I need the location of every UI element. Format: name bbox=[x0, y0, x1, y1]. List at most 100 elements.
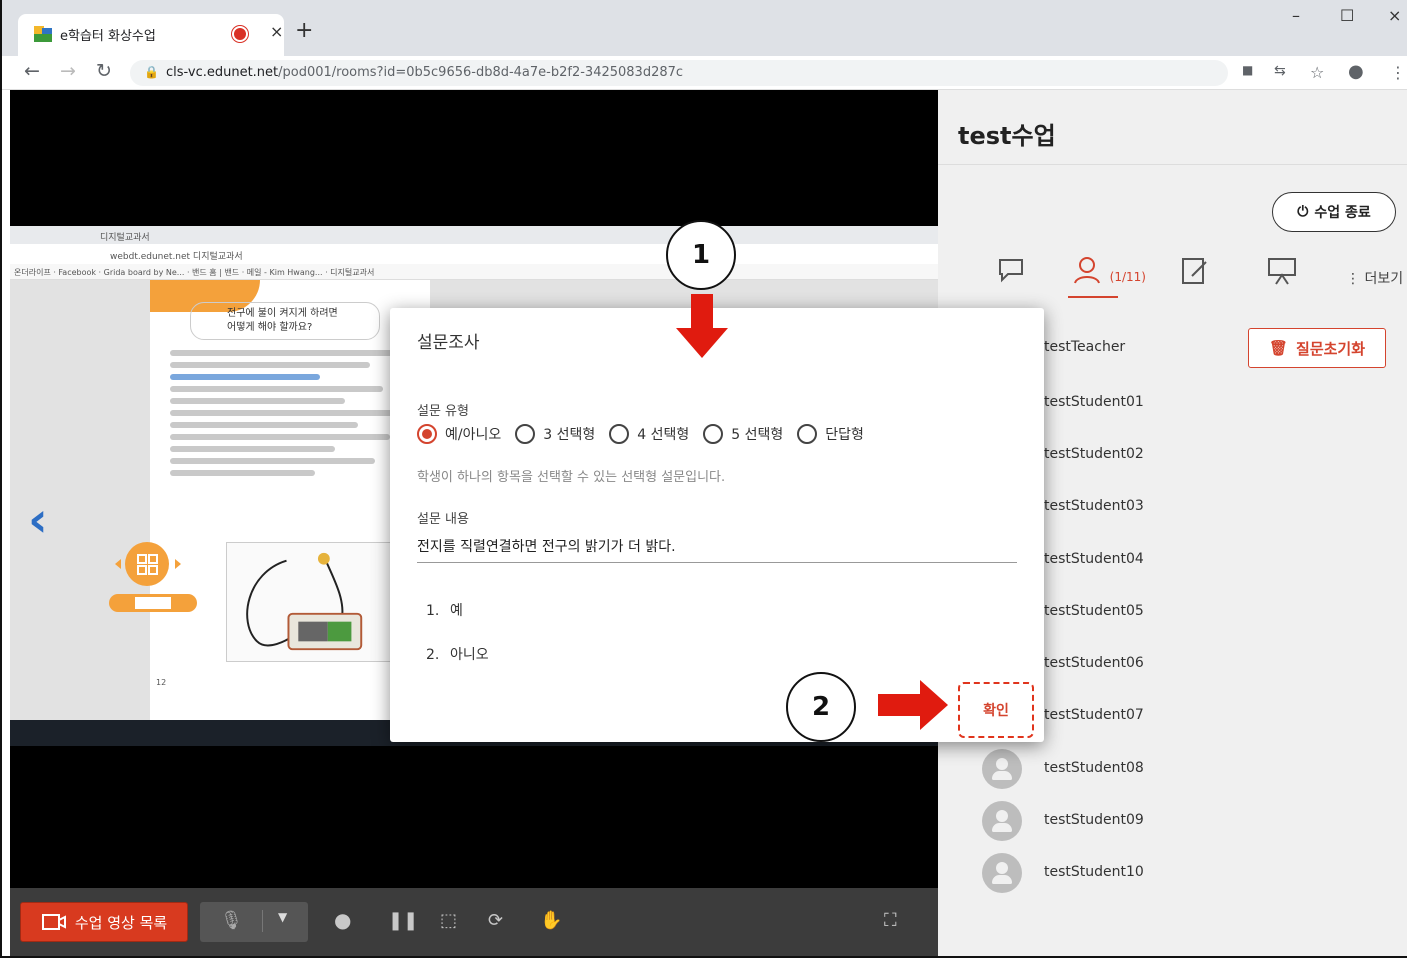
account-icon[interactable]: ● bbox=[1348, 61, 1364, 82]
radio-short-answer[interactable]: 단답형 bbox=[797, 424, 864, 444]
participant-name: testStudent08 bbox=[1044, 760, 1144, 776]
microphone-button[interactable]: 🎙 ▼ bbox=[200, 902, 308, 942]
tab-screen-share[interactable] bbox=[1266, 256, 1298, 292]
participant-name: testStudent04 bbox=[1044, 551, 1144, 567]
camera-icon[interactable]: ■ bbox=[1242, 63, 1253, 77]
radio-4-choice[interactable]: 4 선택형 bbox=[609, 424, 689, 444]
survey-type-radios: 예/아니오 3 선택형 4 선택형 5 선택형 단답형 bbox=[417, 424, 864, 444]
control-bar: 수업 영상 목록 🎙 ▼ ● ❚❚ ⬚ ⟳ ✋ ⛶ bbox=[10, 888, 938, 956]
pointer-loop-icon[interactable]: ⟳ bbox=[488, 910, 503, 931]
fullscreen-icon[interactable]: ⛶ bbox=[884, 910, 897, 931]
tab-participants[interactable]: (1/11) bbox=[1072, 256, 1146, 290]
shared-bookmarks: 온더라이프 · Facebook · Grida board by Ne... … bbox=[10, 264, 938, 280]
hand-raise-icon[interactable]: ✋ bbox=[540, 910, 562, 931]
avatar bbox=[982, 853, 1022, 893]
participant-count: (1/11) bbox=[1109, 270, 1146, 284]
radio-3-choice[interactable]: 3 선택형 bbox=[515, 424, 595, 444]
tab-chat[interactable] bbox=[996, 256, 1026, 290]
minimize-button[interactable]: – bbox=[1292, 6, 1300, 25]
radio-label: 5 선택형 bbox=[731, 427, 784, 443]
video-list-button[interactable]: 수업 영상 목록 bbox=[20, 902, 188, 942]
radio-label: 예/아니오 bbox=[445, 427, 502, 443]
maximize-button[interactable]: ☐ bbox=[1340, 6, 1354, 25]
browser-tab[interactable]: e학습터 화상수업 × bbox=[18, 14, 284, 56]
participant-row[interactable]: testStudent10 bbox=[982, 853, 1282, 893]
browser-window: e학습터 화상수업 × + – ☐ × ← → ↻ 🔒 cls-vc.edune… bbox=[0, 0, 1407, 958]
more-kebab-icon: ⋮ bbox=[1346, 271, 1365, 287]
participant-name: testStudent05 bbox=[1044, 603, 1144, 619]
url-field[interactable]: 🔒 cls-vc.edunet.net/pod001/rooms?id=0b5c… bbox=[130, 60, 1228, 86]
textbook-body bbox=[170, 350, 420, 482]
video-list-label: 수업 영상 목록 bbox=[74, 913, 168, 932]
participant-row[interactable]: testStudent08 bbox=[982, 749, 1282, 789]
presentation-icon bbox=[1268, 258, 1296, 285]
survey-type-description: 학생이 하나의 항목을 선택할 수 있는 선택형 설문입니다. bbox=[417, 470, 726, 485]
radio-label: 4 선택형 bbox=[637, 427, 690, 443]
radio-yes-no[interactable]: 예/아니오 bbox=[417, 424, 501, 444]
window-close-button[interactable]: × bbox=[1388, 6, 1401, 25]
textbook-heading: 전구에 불이 켜지게 하려면 어떻게 해야 할까요? bbox=[190, 302, 380, 340]
participant-name: testStudent06 bbox=[1044, 655, 1144, 671]
confirm-button[interactable]: 확인 bbox=[958, 682, 1034, 738]
participant-name: testStudent03 bbox=[1044, 498, 1144, 514]
right-arrow-icon bbox=[878, 680, 948, 730]
menu-kebab-icon[interactable]: ⋮ bbox=[1390, 63, 1406, 82]
radio-label: 단답형 bbox=[825, 427, 864, 443]
site-favicon-icon bbox=[34, 26, 52, 42]
textbook-nav-control bbox=[109, 542, 197, 612]
microphone-muted-icon: 🎙 bbox=[220, 910, 243, 931]
survey-option: 2. 아니오 bbox=[426, 644, 489, 664]
shared-tab: 디지털교과서 bbox=[10, 226, 938, 244]
dialog-title: 설문조사 bbox=[417, 333, 480, 353]
radio-empty-icon bbox=[797, 424, 818, 444]
active-tab-underline bbox=[1068, 296, 1118, 298]
tab-title: e학습터 화상수업 bbox=[60, 29, 156, 44]
quiz-icon bbox=[1182, 258, 1207, 284]
pause-icon[interactable]: ❚❚ bbox=[388, 910, 418, 931]
panel-divider bbox=[938, 164, 1407, 165]
power-icon: ⏻ bbox=[1297, 204, 1309, 220]
recording-indicator-icon bbox=[234, 28, 246, 40]
option-text: 예 bbox=[450, 603, 463, 619]
participant-name: testStudent01 bbox=[1044, 394, 1144, 410]
video-camera-icon bbox=[41, 914, 66, 930]
mic-dropdown-icon[interactable]: ▼ bbox=[278, 910, 287, 924]
bookmark-star-icon[interactable]: ☆ bbox=[1310, 63, 1324, 82]
avatar bbox=[982, 801, 1022, 841]
class-title: test수업 bbox=[958, 122, 1056, 150]
radio-5-choice[interactable]: 5 선택형 bbox=[703, 424, 783, 444]
radio-empty-icon bbox=[515, 424, 536, 444]
textbook-heading-line2: 어떻게 해야 할까요? bbox=[227, 322, 313, 333]
option-text: 아니오 bbox=[450, 647, 489, 663]
shared-address: webdt.edunet.net 디지털교과서 bbox=[10, 244, 938, 264]
participant-name: testStudent07 bbox=[1044, 707, 1144, 723]
more-label: 더보기 bbox=[1364, 271, 1404, 287]
new-tab-button[interactable]: + bbox=[295, 18, 313, 43]
person-icon bbox=[1074, 257, 1100, 284]
chat-icon bbox=[999, 259, 1023, 283]
reset-questions-label: 질문초기화 bbox=[1296, 339, 1366, 358]
capture-region-icon[interactable]: ⬚ bbox=[440, 910, 457, 931]
mic-divider bbox=[262, 910, 263, 932]
participant-row[interactable]: testStudent09 bbox=[982, 801, 1282, 841]
more-menu[interactable]: ⋮ 더보기 bbox=[1346, 268, 1403, 288]
forward-icon[interactable]: → bbox=[60, 60, 76, 82]
survey-content-field[interactable]: 전지를 직렬연결하면 전구의 밝기가 더 밝다. bbox=[417, 536, 1017, 563]
translate-icon[interactable]: ⇆ bbox=[1274, 63, 1286, 79]
step-badge-1: 1 bbox=[666, 220, 736, 290]
reload-icon[interactable]: ↻ bbox=[96, 60, 112, 82]
tab-close-icon[interactable]: × bbox=[270, 22, 283, 41]
record-icon[interactable]: ● bbox=[334, 908, 351, 932]
end-class-button[interactable]: ⏻ 수업 종료 bbox=[1272, 192, 1396, 232]
survey-content-label: 설문 내용 bbox=[417, 512, 469, 527]
tab-bar: e학습터 화상수업 × + – ☐ × bbox=[2, 0, 1407, 56]
previous-slide-icon[interactable]: ‹ bbox=[28, 492, 48, 548]
end-class-label: 수업 종료 bbox=[1314, 205, 1371, 221]
address-bar: ← → ↻ 🔒 cls-vc.edunet.net/pod001/rooms?i… bbox=[2, 56, 1407, 90]
radio-empty-icon bbox=[609, 424, 630, 444]
url-host: cls-vc.edunet.net bbox=[166, 65, 279, 80]
tab-quiz[interactable] bbox=[1180, 256, 1210, 292]
radio-empty-icon bbox=[703, 424, 724, 444]
lock-icon: 🔒 bbox=[144, 65, 159, 79]
back-icon[interactable]: ← bbox=[24, 60, 40, 82]
